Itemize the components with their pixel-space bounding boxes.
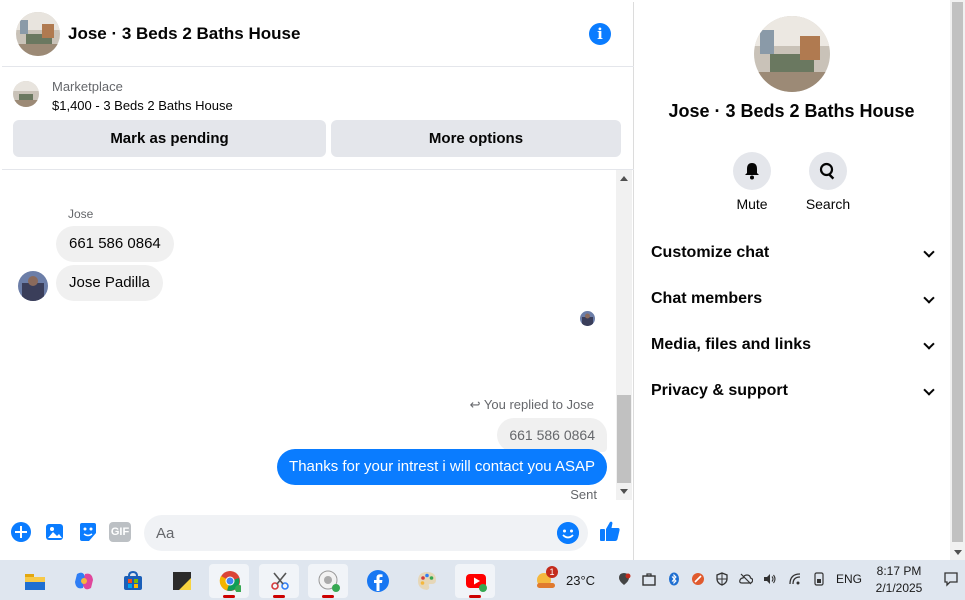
paint-app[interactable] xyxy=(406,564,446,598)
wifi-icon[interactable] xyxy=(788,572,802,586)
thread-scrollbar[interactable] xyxy=(616,170,632,500)
file-explorer-app[interactable] xyxy=(14,564,54,598)
photo-icon[interactable] xyxy=(44,521,66,543)
copilot-icon xyxy=(75,572,93,590)
running-indicator xyxy=(273,595,285,598)
like-icon[interactable] xyxy=(598,519,622,543)
seen-receipt-avatar xyxy=(580,311,595,326)
scroll-thumb[interactable] xyxy=(617,395,631,483)
chevron-down-icon xyxy=(923,338,935,350)
sender-avatar[interactable] xyxy=(18,271,48,301)
chat-title[interactable]: Jose · 3 Beds 2 Baths House xyxy=(68,24,300,44)
emoji-icon[interactable] xyxy=(557,522,579,544)
folder-icon xyxy=(25,574,45,590)
cloud-off-icon[interactable] xyxy=(739,572,753,586)
briefcase-icon[interactable] xyxy=(642,572,656,586)
clock-date: 2/1/2025 xyxy=(875,581,923,595)
search-action[interactable]: Search xyxy=(793,152,863,212)
conversation-avatar[interactable] xyxy=(754,16,830,92)
chevron-down-icon xyxy=(923,246,935,258)
chat-avatar[interactable] xyxy=(16,12,60,56)
chrome-icon xyxy=(219,571,241,592)
weather-badge: 1 xyxy=(546,566,558,578)
message-thread: Jose 661 586 0864 Jose Padilla ↩ You rep… xyxy=(2,170,620,502)
system-clock[interactable]: 8:17 PM 2/1/2025 xyxy=(862,563,936,597)
facebook-icon xyxy=(367,570,389,592)
volume-icon[interactable] xyxy=(763,572,777,586)
scissors-icon xyxy=(271,572,289,590)
shield-icon[interactable] xyxy=(715,572,729,586)
clock-time: 8:17 PM xyxy=(876,564,922,578)
mute-label: Mute xyxy=(736,196,768,212)
messenger-icon xyxy=(318,570,340,592)
mute-action[interactable]: Mute xyxy=(717,152,787,212)
messenger-window: Jose · 3 Beds 2 Baths House i Marketplac… xyxy=(0,0,965,560)
running-indicator xyxy=(223,595,235,598)
more-options-button[interactable]: More options xyxy=(331,120,621,157)
location-icon[interactable] xyxy=(617,572,631,586)
page-scroll-down-arrow[interactable] xyxy=(954,550,962,555)
gif-icon[interactable]: GIF xyxy=(109,522,131,542)
page-scrollbar[interactable] xyxy=(950,0,965,560)
temperature: 23°C xyxy=(566,573,596,588)
sticky-notes-icon xyxy=(173,572,191,590)
bell-icon xyxy=(745,163,759,180)
page-scroll-thumb[interactable] xyxy=(952,2,963,542)
outgoing-message[interactable]: Thanks for your intrest i will contact y… xyxy=(277,449,607,485)
chat-pane: Jose · 3 Beds 2 Baths House i Marketplac… xyxy=(2,2,634,560)
marketplace-listing: Marketplace $1,400 - 3 Beds 2 Baths Hous… xyxy=(2,68,634,170)
plus-icon[interactable] xyxy=(10,521,32,543)
info-icon[interactable]: i xyxy=(589,23,611,45)
sticky-notes-app[interactable] xyxy=(161,564,201,598)
microsoft-store-app[interactable] xyxy=(112,564,152,598)
message-status: Sent xyxy=(570,487,597,502)
message-input[interactable] xyxy=(144,515,524,551)
reply-icon: ↩ xyxy=(469,397,481,412)
message-composer: GIF xyxy=(2,507,634,557)
mark-as-pending-button[interactable]: Mark as pending xyxy=(13,120,326,157)
sticker-icon[interactable] xyxy=(77,521,99,543)
message-input-box[interactable] xyxy=(144,515,588,551)
conversation-title: Jose · 3 Beds 2 Baths House xyxy=(668,101,915,121)
media-files-links-section[interactable]: Media, files and links xyxy=(651,330,935,360)
windows-taskbar: 1 23°C ENG 8:17 PM 2/1/2025 xyxy=(0,560,965,600)
chevron-down-icon xyxy=(923,384,935,396)
quoted-message[interactable]: 661 586 0864 xyxy=(497,418,607,452)
tool-icon[interactable] xyxy=(691,572,705,586)
incoming-message[interactable]: Jose Padilla xyxy=(56,265,163,301)
running-indicator xyxy=(322,595,334,598)
copilot-app[interactable] xyxy=(63,564,103,598)
incoming-message[interactable]: 661 586 0864 xyxy=(56,226,174,262)
scroll-up-arrow[interactable] xyxy=(620,176,628,181)
palette-icon xyxy=(418,572,436,590)
chat-members-section[interactable]: Chat members xyxy=(651,284,935,314)
listing-title[interactable]: $1,400 - 3 Beds 2 Baths House xyxy=(52,98,233,113)
running-indicator xyxy=(469,595,481,598)
search-label: Search xyxy=(805,196,851,212)
notification-icon[interactable] xyxy=(943,571,959,587)
weather-widget[interactable]: 1 23°C xyxy=(532,566,602,594)
battery-icon[interactable] xyxy=(812,572,826,586)
customize-chat-section[interactable]: Customize chat xyxy=(651,238,935,268)
scroll-down-arrow[interactable] xyxy=(620,489,628,494)
conversation-info-pane: Jose · 3 Beds 2 Baths House Mute Search … xyxy=(635,2,950,560)
marketplace-label: Marketplace xyxy=(52,79,123,94)
privacy-support-section[interactable]: Privacy & support xyxy=(651,376,935,406)
snipping-tool-app[interactable] xyxy=(259,564,299,598)
chat-header: Jose · 3 Beds 2 Baths House i xyxy=(2,2,634,67)
listing-thumbnail[interactable] xyxy=(13,81,39,107)
sender-name: Jose xyxy=(68,207,94,221)
youtube-icon xyxy=(466,574,487,592)
youtube-app[interactable] xyxy=(455,564,495,598)
reply-note: ↩ You replied to Jose xyxy=(469,397,594,412)
bluetooth-icon[interactable] xyxy=(667,572,681,586)
chevron-down-icon xyxy=(923,292,935,304)
chrome-app[interactable] xyxy=(209,564,249,598)
store-icon xyxy=(124,570,142,590)
messenger-app[interactable] xyxy=(308,564,348,598)
search-icon xyxy=(819,162,835,180)
input-language[interactable]: ENG xyxy=(836,572,862,586)
facebook-app[interactable] xyxy=(357,564,397,598)
